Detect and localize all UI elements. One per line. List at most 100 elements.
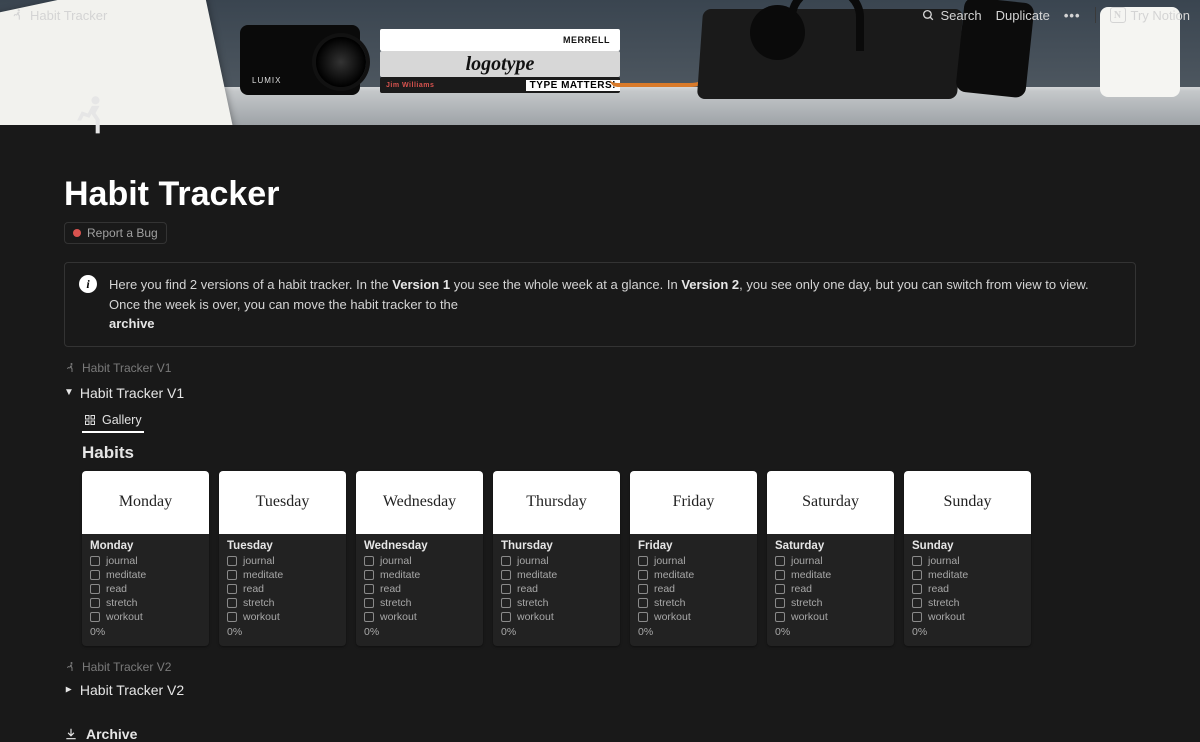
checkbox[interactable] xyxy=(775,584,785,594)
checkbox[interactable] xyxy=(227,584,237,594)
habit-label: stretch xyxy=(928,597,960,609)
duplicate-button[interactable]: Duplicate xyxy=(996,8,1050,23)
habit-row: stretch xyxy=(912,597,1023,609)
linked-db-v2[interactable]: Habit Tracker V2 xyxy=(64,660,171,674)
checkbox[interactable] xyxy=(90,584,100,594)
breadcrumb-title[interactable]: Habit Tracker xyxy=(30,8,107,23)
checkbox[interactable] xyxy=(775,556,785,566)
habit-row: journal xyxy=(364,555,475,567)
gallery-card[interactable]: FridayFridayjournalmeditatereadstretchwo… xyxy=(630,471,757,646)
habit-label: workout xyxy=(106,611,143,623)
gallery-card[interactable]: SundaySundayjournalmeditatereadstretchwo… xyxy=(904,471,1031,646)
checkbox[interactable] xyxy=(90,556,100,566)
try-notion-button[interactable]: N Try Notion xyxy=(1110,7,1190,23)
habit-label: read xyxy=(517,583,538,595)
checkbox[interactable] xyxy=(501,584,511,594)
caret-right-icon: ▼ xyxy=(63,685,74,695)
tab-gallery-label: Gallery xyxy=(102,413,142,427)
report-bug-link[interactable]: Report a Bug xyxy=(64,222,167,244)
checkbox[interactable] xyxy=(638,598,648,608)
habit-label: read xyxy=(243,583,264,595)
habit-label: read xyxy=(928,583,949,595)
progress-percent: 0% xyxy=(912,626,1023,638)
checkbox[interactable] xyxy=(775,612,785,622)
checkbox[interactable] xyxy=(227,598,237,608)
checkbox[interactable] xyxy=(638,612,648,622)
habit-row: journal xyxy=(638,555,749,567)
gallery-card[interactable]: WednesdayWednesdayjournalmeditatereadstr… xyxy=(356,471,483,646)
checkbox[interactable] xyxy=(501,612,511,622)
card-body: Saturdayjournalmeditatereadstretchworkou… xyxy=(767,534,894,646)
gallery-card[interactable]: TuesdayTuesdayjournalmeditatereadstretch… xyxy=(219,471,346,646)
habit-row: stretch xyxy=(364,597,475,609)
checkbox[interactable] xyxy=(227,612,237,622)
checkbox[interactable] xyxy=(775,570,785,580)
card-cover: Friday xyxy=(630,471,757,534)
checkbox[interactable] xyxy=(364,598,374,608)
tab-gallery[interactable]: Gallery xyxy=(82,409,144,433)
habit-row: stretch xyxy=(775,597,886,609)
checkbox[interactable] xyxy=(90,598,100,608)
checkbox[interactable] xyxy=(912,598,922,608)
callout-text: Here you find 2 versions of a habit trac… xyxy=(109,275,1121,334)
divider xyxy=(1095,7,1096,23)
toggle-v2[interactable]: ▼ Habit Tracker V2 xyxy=(64,682,1136,698)
checkbox[interactable] xyxy=(90,612,100,622)
gallery-card[interactable]: SaturdaySaturdayjournalmeditatereadstret… xyxy=(767,471,894,646)
checkbox[interactable] xyxy=(364,570,374,580)
archive-link[interactable]: Archive xyxy=(64,726,1136,742)
search-button[interactable]: Search xyxy=(922,8,981,23)
checkbox[interactable] xyxy=(912,612,922,622)
checkbox[interactable] xyxy=(364,612,374,622)
habit-label: meditate xyxy=(380,569,420,581)
gallery-row: MondayMondayjournalmeditatereadstretchwo… xyxy=(64,471,1136,646)
more-menu[interactable]: ••• xyxy=(1064,8,1081,23)
toggle-v1-label: Habit Tracker V1 xyxy=(80,385,184,401)
habit-label: stretch xyxy=(243,597,275,609)
cover-book-bottom: Jim Williams TYPE MATTERS! xyxy=(380,77,620,93)
habit-row: workout xyxy=(912,611,1023,623)
checkbox[interactable] xyxy=(227,556,237,566)
card-body: Mondayjournalmeditatereadstretchworkout0… xyxy=(82,534,209,646)
card-cover: Sunday xyxy=(904,471,1031,534)
try-notion-label: Try Notion xyxy=(1131,8,1190,23)
habit-row: read xyxy=(90,583,201,595)
card-title: Wednesday xyxy=(364,540,475,552)
checkbox[interactable] xyxy=(90,570,100,580)
habit-label: meditate xyxy=(243,569,283,581)
checkbox[interactable] xyxy=(364,556,374,566)
checkbox[interactable] xyxy=(227,570,237,580)
card-cover: Tuesday xyxy=(219,471,346,534)
habit-label: journal xyxy=(654,555,686,567)
checkbox[interactable] xyxy=(912,570,922,580)
database-title[interactable]: Habits xyxy=(64,443,1136,463)
habit-row: journal xyxy=(501,555,612,567)
habit-row: meditate xyxy=(364,569,475,581)
checkbox[interactable] xyxy=(638,570,648,580)
checkbox[interactable] xyxy=(501,570,511,580)
archive-icon xyxy=(64,727,78,741)
linked-db-v1[interactable]: Habit Tracker V1 xyxy=(64,361,171,375)
topbar: Habit Tracker Search Duplicate ••• N Try… xyxy=(0,0,1200,30)
card-body: Wednesdayjournalmeditatereadstretchworko… xyxy=(356,534,483,646)
checkbox[interactable] xyxy=(912,556,922,566)
checkbox[interactable] xyxy=(638,584,648,594)
page-icon[interactable] xyxy=(68,93,112,137)
gallery-icon xyxy=(84,414,96,426)
habit-label: stretch xyxy=(380,597,412,609)
toggle-v1[interactable]: ▼ Habit Tracker V1 xyxy=(64,385,1136,401)
checkbox[interactable] xyxy=(638,556,648,566)
checkbox[interactable] xyxy=(501,598,511,608)
gallery-card[interactable]: ThursdayThursdayjournalmeditatereadstret… xyxy=(493,471,620,646)
gallery-card[interactable]: MondayMondayjournalmeditatereadstretchwo… xyxy=(82,471,209,646)
habit-label: workout xyxy=(654,611,691,623)
habit-label: meditate xyxy=(928,569,968,581)
habit-label: journal xyxy=(106,555,138,567)
checkbox[interactable] xyxy=(364,584,374,594)
habit-row: journal xyxy=(227,555,338,567)
checkbox[interactable] xyxy=(501,556,511,566)
checkbox[interactable] xyxy=(775,598,785,608)
card-title: Saturday xyxy=(775,540,886,552)
cover-book-mid: logotype xyxy=(380,51,620,77)
checkbox[interactable] xyxy=(912,584,922,594)
